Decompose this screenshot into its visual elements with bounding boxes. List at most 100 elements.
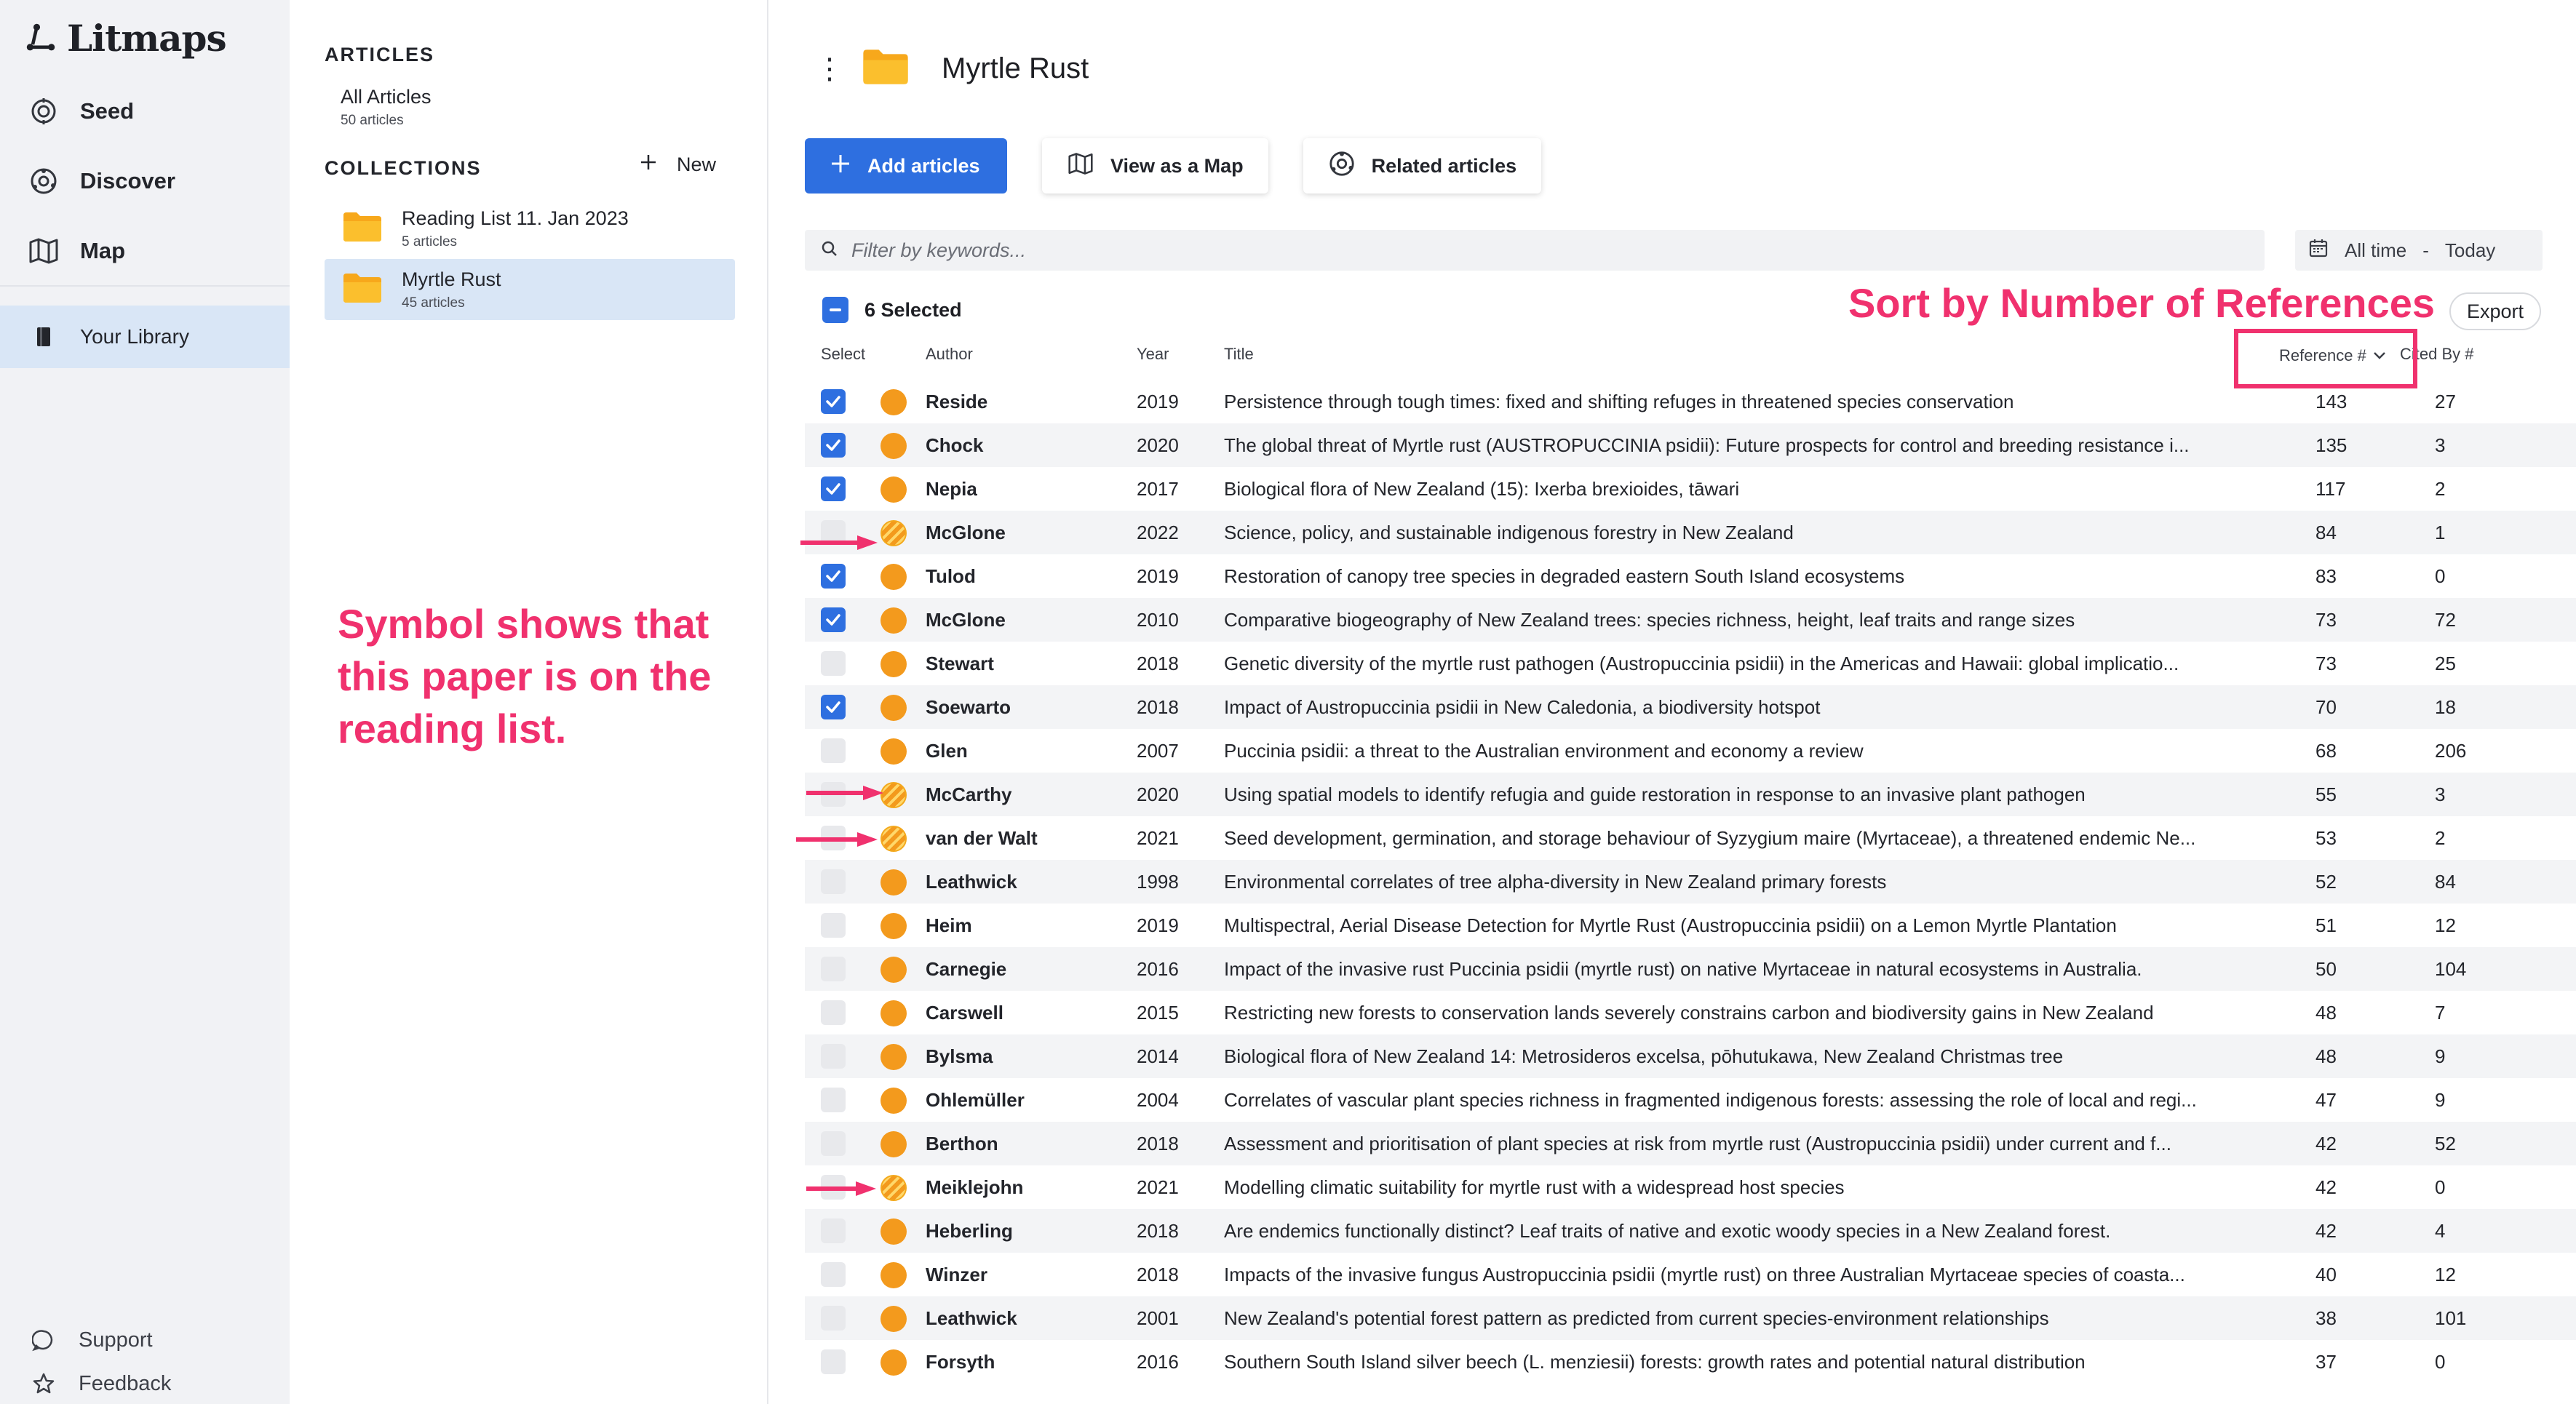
year-cell: 2022 — [1137, 522, 1179, 543]
references-cell: 51 — [2315, 914, 2337, 936]
row-checkbox[interactable] — [821, 1044, 846, 1069]
title-cell[interactable]: Correlates of vascular plant species ric… — [1224, 1089, 2265, 1112]
table-row[interactable]: Carnegie 2016 Impact of the invasive rust … — [805, 947, 2576, 991]
table-row[interactable]: McGlone 2010 Comparative biogeography of N… — [805, 598, 2576, 642]
row-checkbox[interactable] — [821, 1131, 846, 1156]
cited-by-cell: 27 — [2435, 391, 2456, 412]
row-checkbox[interactable] — [821, 957, 846, 981]
row-checkbox[interactable] — [821, 651, 846, 676]
related-articles-button[interactable]: Related articles — [1303, 138, 1542, 194]
row-checkbox[interactable] — [821, 913, 846, 938]
references-cell: 38 — [2315, 1307, 2337, 1329]
title-cell[interactable]: Restricting new forests to conservation … — [1224, 1002, 2265, 1024]
row-checkbox[interactable] — [821, 564, 846, 589]
column-author[interactable]: Author — [926, 345, 973, 367]
title-cell[interactable]: Southern South Island silver beech (L. m… — [1224, 1351, 2265, 1373]
row-checkbox[interactable] — [821, 1306, 846, 1331]
title-cell[interactable]: Genetic diversity of the myrtle rust pat… — [1224, 653, 2265, 675]
title-cell[interactable]: Impact of the invasive rust Puccinia psi… — [1224, 958, 2265, 981]
table-row[interactable]: Heberling 2018 Are endemics functionally d… — [805, 1209, 2576, 1253]
row-checkbox[interactable] — [821, 389, 846, 414]
article-status-dot-icon — [880, 695, 907, 721]
row-checkbox[interactable] — [821, 433, 846, 458]
table-row[interactable]: Nepia 2017 Biological flora of New Zealand… — [805, 467, 2576, 511]
title-cell[interactable]: New Zealand's potential forest pattern a… — [1224, 1307, 2265, 1330]
column-year[interactable]: Year — [1137, 345, 1169, 367]
keyword-filter-input[interactable] — [851, 239, 2161, 262]
table-row[interactable]: Bylsma 2014 Biological flora of New Zealan… — [805, 1034, 2576, 1078]
row-checkbox[interactable] — [821, 1218, 846, 1243]
keyword-filter[interactable] — [805, 230, 2265, 271]
view-as-map-button[interactable]: View as a Map — [1042, 138, 1268, 194]
title-cell[interactable]: Biological flora of New Zealand 14: Metr… — [1224, 1045, 2265, 1068]
table-row[interactable]: Stewart 2018 Genetic diversity of the myrt… — [805, 642, 2576, 685]
nav-map[interactable]: Map — [0, 220, 290, 282]
title-cell[interactable]: Seed development, germination, and stora… — [1224, 827, 2265, 850]
table-row[interactable]: van der Walt 2021 Seed development, germin… — [805, 816, 2576, 860]
table-row[interactable]: Heim 2019 Multispectral, Aerial Disease De… — [805, 904, 2576, 947]
title-cell[interactable]: Persistence through tough times: fixed a… — [1224, 391, 2265, 413]
column-title[interactable]: Title — [1224, 345, 1254, 367]
title-cell[interactable]: Impact of Austropuccinia psidii in New C… — [1224, 696, 2265, 719]
title-cell[interactable]: Puccinia psidii: a threat to the Austral… — [1224, 740, 2265, 762]
more-options-icon[interactable]: ⋮ — [815, 52, 844, 86]
row-checkbox[interactable] — [821, 1000, 846, 1025]
table-row[interactable]: Carswell 2015 Restricting new forests to c… — [805, 991, 2576, 1034]
table-row[interactable]: Tulod 2019 Restoration of canopy tree spec… — [805, 554, 2576, 598]
title-cell[interactable]: Comparative biogeography of New Zealand … — [1224, 609, 2265, 631]
table-row[interactable]: Leathwick 1998 Environmental correlates of… — [805, 860, 2576, 904]
table-row[interactable]: Forsyth 2016 Southern South Island silver … — [805, 1340, 2576, 1384]
title-cell[interactable]: Biological flora of New Zealand (15): Ix… — [1224, 478, 2265, 500]
table-row[interactable]: Leathwick 2001 New Zealand's potential for… — [805, 1296, 2576, 1340]
cited-by-cell: 12 — [2435, 914, 2456, 936]
row-checkbox[interactable] — [821, 1262, 846, 1287]
add-articles-button[interactable]: Add articles — [805, 138, 1007, 194]
collections-heading: COLLECTIONS — [325, 157, 482, 179]
title-cell[interactable]: Are endemics functionally distinct? Leaf… — [1224, 1220, 2265, 1243]
article-status-dot-icon — [880, 389, 907, 415]
table-row[interactable]: Berthon 2018 Assessment and prioritisation… — [805, 1122, 2576, 1165]
page-title: Myrtle Rust — [942, 52, 1089, 84]
title-cell[interactable]: Assessment and prioritisation of plant s… — [1224, 1133, 2265, 1155]
all-articles-item[interactable]: All Articles 50 articles — [341, 86, 432, 129]
nav-your-library[interactable]: Your Library — [0, 306, 290, 368]
table-row[interactable]: Glen 2007 Puccinia psidii: a threat to the… — [805, 729, 2576, 773]
table-row[interactable]: McGlone 2022 Science, policy, and sustaina… — [805, 511, 2576, 554]
title-cell[interactable]: Environmental correlates of tree alpha-d… — [1224, 871, 2265, 893]
collection-reading-list[interactable]: Reading List 11. Jan 2023 5 articles — [325, 198, 735, 259]
row-checkbox[interactable] — [821, 869, 846, 894]
row-checkbox[interactable] — [821, 695, 846, 719]
table-row[interactable]: Ohlemüller 2004 Correlates of vascular pla… — [805, 1078, 2576, 1122]
row-checkbox[interactable] — [821, 1349, 846, 1374]
table-row[interactable]: Meiklejohn 2021 Modelling climatic suitabi… — [805, 1165, 2576, 1209]
collection-myrtle-rust[interactable]: Myrtle Rust 45 articles — [325, 259, 735, 320]
support-link[interactable]: Support — [28, 1324, 153, 1356]
title-cell[interactable]: Science, policy, and sustainable indigen… — [1224, 522, 2265, 544]
row-checkbox[interactable] — [821, 738, 846, 763]
author-cell: Carswell — [926, 1002, 1003, 1024]
title-cell[interactable]: Multispectral, Aerial Disease Detection … — [1224, 914, 2265, 937]
new-collection-button[interactable]: New — [639, 153, 716, 177]
row-checkbox[interactable] — [821, 1088, 846, 1112]
title-cell[interactable]: Using spatial models to identify refugia… — [1224, 783, 2265, 806]
references-cell: 55 — [2315, 783, 2337, 805]
nav-seed[interactable]: Seed — [0, 80, 290, 143]
export-button[interactable]: Export — [2449, 292, 2541, 330]
table-row[interactable]: Soewarto 2018 Impact of Austropuccinia psi… — [805, 685, 2576, 729]
cited-by-cell: 84 — [2435, 871, 2456, 893]
folder-icon — [862, 48, 910, 89]
table-row[interactable]: McCarthy 2020 Using spatial models to iden… — [805, 773, 2576, 816]
select-all-checkbox[interactable] — [822, 297, 848, 323]
row-checkbox[interactable] — [821, 476, 846, 501]
feedback-link[interactable]: Feedback — [28, 1368, 171, 1400]
table-row[interactable]: Chock 2020 The global threat of Myrtle rus… — [805, 423, 2576, 467]
nav-discover[interactable]: Discover — [0, 150, 290, 212]
table-row[interactable]: Winzer 2018 Impacts of the invasive fungus… — [805, 1253, 2576, 1296]
date-range-selector[interactable]: All time - Today — [2295, 230, 2543, 271]
title-cell[interactable]: Modelling climatic suitability for myrtl… — [1224, 1176, 2265, 1199]
app-logo[interactable]: Litmaps — [25, 15, 227, 61]
title-cell[interactable]: The global threat of Myrtle rust (AUSTRO… — [1224, 434, 2265, 457]
title-cell[interactable]: Restoration of canopy tree species in de… — [1224, 565, 2265, 588]
row-checkbox[interactable] — [821, 607, 846, 632]
title-cell[interactable]: Impacts of the invasive fungus Austropuc… — [1224, 1264, 2265, 1286]
